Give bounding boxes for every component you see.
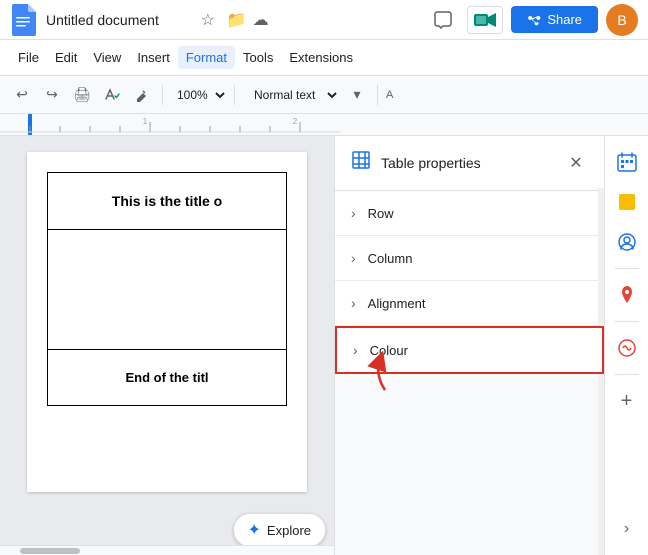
document-page: This is the title o End of the titl (27, 152, 307, 492)
table-properties-panel: Table properties ✕ › Row › Column › Alig… (334, 136, 604, 555)
avatar[interactable]: B (606, 4, 638, 36)
sidebar-separator-2 (615, 321, 639, 322)
menu-view[interactable]: View (85, 46, 129, 69)
right-sidebar: + › (604, 136, 648, 555)
spellcheck-button[interactable] (98, 81, 126, 109)
table-grid-icon (351, 150, 371, 176)
separator-3 (377, 85, 378, 105)
menu-bar: File Edit View Insert Format Tools Exten… (0, 40, 648, 76)
chevron-right-icon: › (351, 295, 356, 311)
svg-text:2: 2 (293, 117, 298, 126)
svg-text:1: 1 (143, 117, 148, 126)
menu-edit[interactable]: Edit (47, 46, 85, 69)
separator-1 (162, 85, 163, 105)
sidebar-expand-icon[interactable]: › (609, 511, 645, 547)
cloud-icon[interactable]: ☁ (253, 10, 273, 30)
panel-header: Table properties ✕ (335, 136, 604, 191)
sidebar-separator-3 (615, 374, 639, 375)
paintformat-button[interactable] (128, 81, 156, 109)
star-icon[interactable]: ☆ (201, 10, 221, 30)
panel-item-alignment[interactable]: › Alignment (335, 281, 604, 326)
h-scrollbar-track[interactable] (0, 545, 334, 555)
doc-end-cell: End of the titl (47, 350, 287, 406)
panel-title: Table properties (381, 155, 554, 171)
sidebar-add-icon[interactable]: + (609, 383, 645, 419)
sidebar-icon-contacts[interactable] (609, 224, 645, 260)
menu-extensions[interactable]: Extensions (281, 46, 361, 69)
top-bar: Untitled document ☆ 📁 ☁ Share B (0, 0, 648, 40)
panel-item-row[interactable]: › Row (335, 191, 604, 236)
toolbar: ↩ ↪ 🖨 100% Normal text ▾ A (0, 76, 648, 114)
panel-column-label: Column (368, 251, 413, 266)
share-button[interactable]: Share (511, 6, 598, 33)
undo-button[interactable]: ↩ (8, 81, 36, 109)
ruler: 1 2 (0, 114, 648, 136)
panel-content: › Row › Column › Alignment › Colour (335, 191, 604, 555)
panel-row-label: Row (368, 206, 394, 221)
comment-icon[interactable] (427, 4, 459, 36)
doc-icon (10, 4, 38, 36)
style-dropdown-btn[interactable]: ▾ (343, 81, 371, 109)
close-icon: ✕ (569, 153, 582, 173)
sidebar-icon-other[interactable] (609, 330, 645, 366)
separator-2 (234, 85, 235, 105)
panel-alignment-label: Alignment (368, 296, 426, 311)
explore-button[interactable]: ✦ Explore (233, 513, 326, 547)
menu-format[interactable]: Format (178, 46, 235, 69)
chevron-right-sidebar-icon: › (624, 520, 629, 538)
explore-label: Explore (267, 523, 311, 538)
sidebar-icon-calendar[interactable] (609, 144, 645, 180)
panel-item-column[interactable]: › Column (335, 236, 604, 281)
zoom-select[interactable]: 100% (169, 85, 228, 105)
sidebar-icon-maps[interactable] (609, 277, 645, 313)
plus-icon: + (621, 390, 633, 413)
title-icons: ☆ 📁 ☁ (201, 10, 273, 30)
chevron-right-icon: › (351, 250, 356, 266)
font-indicator: A (384, 89, 395, 101)
redo-button[interactable]: ↪ (38, 81, 66, 109)
menu-file[interactable]: File (10, 46, 47, 69)
doc-title-cell: This is the title o (47, 172, 287, 230)
meet-button[interactable] (467, 6, 503, 34)
chevron-right-icon: › (351, 205, 356, 221)
style-select[interactable]: Normal text (241, 84, 341, 106)
document-area: This is the title o End of the titl ✦ Ex… (0, 136, 334, 555)
doc-title: Untitled document (46, 12, 201, 28)
panel-item-colour[interactable]: › Colour (335, 326, 604, 374)
share-label: Share (547, 12, 582, 27)
menu-tools[interactable]: Tools (235, 46, 281, 69)
panel-close-button[interactable]: ✕ (564, 151, 588, 175)
folder-icon[interactable]: 📁 (227, 10, 247, 30)
top-right-controls: Share B (427, 4, 638, 36)
h-scrollbar-thumb[interactable] (20, 548, 80, 554)
sidebar-separator-1 (615, 268, 639, 269)
menu-insert[interactable]: Insert (129, 46, 178, 69)
doc-empty-cell (47, 230, 287, 350)
print-button[interactable]: 🖨 (68, 81, 96, 109)
panel-colour-label: Colour (370, 343, 408, 358)
main-area: This is the title o End of the titl ✦ Ex… (0, 136, 648, 555)
chevron-right-icon: › (353, 342, 358, 358)
explore-star-icon: ✦ (248, 520, 261, 540)
sidebar-icon-tasks[interactable] (609, 184, 645, 220)
